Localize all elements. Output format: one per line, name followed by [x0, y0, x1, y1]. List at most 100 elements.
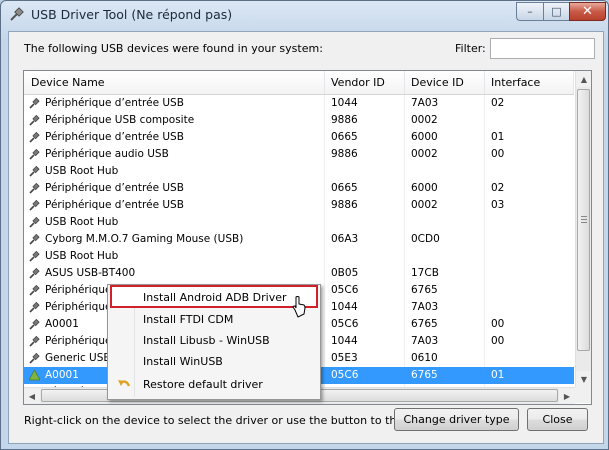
table-row[interactable]: Cyborg M.M.O.7 Gaming Mouse (USB) 06A3 0CD…: [24, 231, 574, 248]
column-divider[interactable]: [484, 71, 485, 94]
interface-cell: 02: [491, 97, 505, 109]
usb-plug-icon: [29, 268, 40, 279]
table-row[interactable]: Périphérique d’entrée USB 1044 7A03 02: [24, 95, 574, 112]
menu-item-install-android-adb-driver[interactable]: Install Android ADB Driver: [110, 285, 318, 308]
interface-cell: 01: [491, 131, 505, 143]
list-header: Device Name Vendor ID Device ID Interfac…: [24, 71, 574, 95]
device-id-cell: 0002: [411, 114, 438, 126]
menu-item-label: Install Libusb - WinUSB: [143, 334, 270, 347]
table-row[interactable]: ASUS USB-BT400 0B05 17CB: [24, 265, 574, 282]
vertical-scrollbar[interactable]: ▲ ▼: [575, 71, 591, 387]
usb-plug-icon: [29, 98, 40, 109]
vendor-id-cell: 05E3: [331, 352, 358, 364]
column-header-device-id[interactable]: Device ID: [411, 76, 464, 89]
usb-plug-icon: [29, 353, 40, 364]
table-row[interactable]: USB Root Hub: [24, 214, 574, 231]
scroll-down-button[interactable]: ▼: [576, 371, 591, 387]
android-icon: [29, 370, 40, 381]
scroll-up-button[interactable]: ▲: [576, 71, 591, 87]
device-id-cell: 6000: [411, 182, 438, 194]
column-header-vendor-id[interactable]: Vendor ID: [331, 76, 385, 89]
menu-item-install-winusb[interactable]: Install WinUSB: [110, 352, 316, 371]
vendor-id-cell: 1044: [331, 335, 358, 347]
minimize-button[interactable]: –: [516, 2, 543, 21]
column-divider[interactable]: [404, 71, 405, 94]
interface-cell: 02: [491, 182, 505, 194]
menu-item-restore-default-driver[interactable]: Restore default driver: [110, 375, 316, 394]
device-id-cell: 6765: [411, 318, 438, 330]
grip-line: [581, 219, 587, 220]
close-button[interactable]: Close: [527, 408, 588, 431]
device-name-cell: Périphérique: [45, 301, 112, 313]
device-name-cell: Périphérique: [45, 335, 112, 347]
menu-item-install-ftdi-cdm[interactable]: Install FTDI CDM: [110, 310, 316, 329]
menu-item-label: Install Android ADB Driver: [143, 291, 287, 304]
usb-plug-icon: [29, 200, 40, 211]
menu-item-label: Install FTDI CDM: [143, 313, 234, 326]
maximize-icon: □: [551, 5, 562, 18]
usb-plug-icon: [29, 217, 40, 228]
close-window-button[interactable]: ✕: [569, 2, 606, 21]
devices-found-label: The following USB devices were found in …: [24, 42, 323, 55]
usb-plug-icon: [29, 149, 40, 160]
vendor-id-cell: 0B05: [331, 267, 359, 279]
title-bar[interactable]: USB Driver Tool (Ne répond pas) – □ ✕: [1, 1, 608, 31]
usb-plug-icon: [29, 285, 40, 296]
table-row[interactable]: USB Root Hub: [24, 163, 574, 180]
device-name-cell: USB Root Hub: [45, 250, 119, 262]
column-divider[interactable]: [324, 71, 325, 94]
vendor-id-cell: 9886: [331, 148, 358, 160]
usb-plug-icon: [29, 319, 40, 330]
vendor-id-cell: 0665: [331, 182, 358, 194]
device-id-cell: 0610: [411, 352, 438, 364]
interface-cell: 00: [491, 318, 505, 330]
column-divider[interactable]: [573, 71, 574, 94]
vendor-id-cell: 1044: [331, 97, 358, 109]
menu-item-label: Restore default driver: [143, 378, 263, 391]
scroll-left-button[interactable]: ◀: [24, 388, 40, 404]
device-name-cell: Périphérique d’entrée USB: [45, 199, 184, 211]
device-name-cell: Périphérique d’entrée USB: [45, 182, 184, 194]
menu-item-install-libusb-winusb[interactable]: Install Libusb - WinUSB: [110, 331, 316, 350]
close-icon: ✕: [582, 4, 593, 19]
device-id-cell: 0002: [411, 199, 438, 211]
filter-input[interactable]: [490, 38, 595, 59]
arrow-down-icon: ▼: [580, 374, 588, 384]
interface-cell: 00: [491, 148, 505, 160]
usb-plug-icon: [29, 183, 40, 194]
footer-hint: Right-click on the device to select the …: [24, 414, 436, 427]
vendor-id-cell: 05C6: [331, 318, 359, 330]
device-name-cell: Périphérique d’entrée USB: [45, 97, 184, 109]
device-id-cell: 0CD0: [411, 233, 440, 245]
usb-plug-icon: [29, 302, 40, 313]
device-name-cell: Périphérique audio USB: [45, 148, 169, 160]
device-id-cell: 7A03: [411, 97, 439, 109]
change-driver-type-button[interactable]: Change driver type: [394, 408, 519, 431]
device-name-cell: Generic USB: [45, 352, 111, 364]
column-header-interface[interactable]: Interface: [491, 76, 540, 89]
table-row[interactable]: Périphérique audio USB 9886 0002 00: [24, 146, 574, 163]
table-row[interactable]: Périphérique d’entrée USB 0665 6000 02: [24, 180, 574, 197]
usb-plug-icon: [29, 234, 40, 245]
device-id-cell: 6765: [411, 284, 438, 296]
interface-cell: 03: [491, 199, 505, 211]
vertical-scroll-thumb[interactable]: [577, 89, 590, 351]
device-name-cell: Cyborg M.M.O.7 Gaming Mouse (USB): [45, 233, 244, 245]
scroll-right-button[interactable]: ▶: [559, 388, 575, 404]
maximize-button[interactable]: □: [543, 2, 569, 21]
usb-plug-icon: [29, 336, 40, 347]
context-menu: Install Android ADB Driver Install FTDI …: [107, 284, 321, 400]
column-header-device-name[interactable]: Device Name: [31, 76, 105, 89]
usb-plug-icon: [29, 251, 40, 262]
table-row[interactable]: Périphérique d’entrée USB 0665 6000 01: [24, 129, 574, 146]
device-id-cell: 6000: [411, 131, 438, 143]
vendor-id-cell: 06A3: [331, 233, 359, 245]
device-name-cell: USB Root Hub: [45, 216, 119, 228]
interface-cell: 00: [491, 335, 505, 347]
table-row[interactable]: Périphérique USB composite 9886 0002: [24, 112, 574, 129]
vendor-id-cell: 9886: [331, 199, 358, 211]
device-name-cell: ASUS USB-BT400: [45, 267, 136, 279]
mouse-cursor-icon: [292, 296, 306, 318]
table-row[interactable]: Périphérique d’entrée USB 9886 0002 03: [24, 197, 574, 214]
table-row[interactable]: USB Root Hub: [24, 248, 574, 265]
